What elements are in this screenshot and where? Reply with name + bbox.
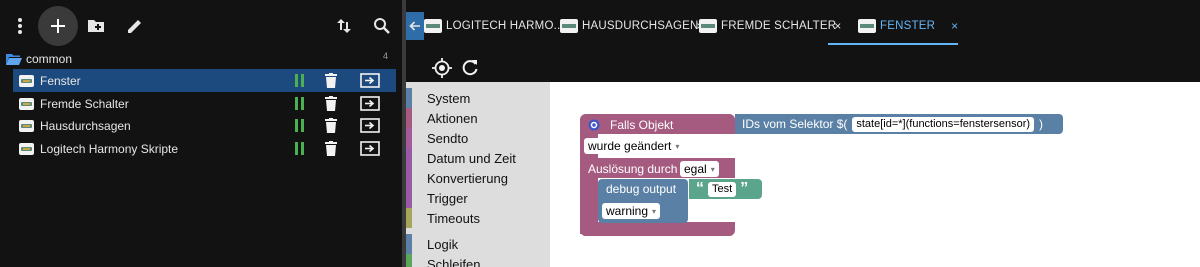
export-icon[interactable] (360, 118, 380, 133)
edit-icon[interactable] (115, 6, 155, 46)
text-input[interactable]: Test (708, 181, 737, 197)
trash-icon[interactable] (324, 96, 338, 111)
pause-icon[interactable] (294, 119, 305, 132)
event-dropdown[interactable]: wurde geändert ▾ (584, 138, 684, 154)
export-icon[interactable] (360, 96, 380, 111)
pause-icon[interactable] (294, 97, 305, 110)
tab-label: HAUSDURCHSAGEN (582, 20, 699, 32)
search-icon[interactable] (362, 6, 402, 46)
dropdown-arrow-icon: ▾ (710, 164, 715, 174)
export-icon[interactable] (360, 73, 380, 88)
add-icon[interactable] (38, 6, 78, 46)
blockly-workspace[interactable]: System Aktionen Sendto Datum und Zeit Ko… (406, 82, 1200, 267)
blockly-icon (19, 97, 34, 110)
blockly-icon (560, 19, 578, 33)
tab-hausdurchsagen[interactable]: HAUSDURCHSAGEN × (560, 13, 704, 39)
category-trigger[interactable]: Trigger (406, 188, 550, 208)
blockly-icon (858, 19, 876, 33)
collapse-button[interactable] (406, 12, 424, 40)
category-sendto[interactable]: Sendto (406, 128, 550, 148)
trigger-source-label: Auslösung durch (588, 162, 678, 176)
selector-label: IDs vom Selektor $( (742, 117, 848, 131)
dropdown-arrow-icon: ▾ (652, 206, 657, 216)
export-icon[interactable] (360, 141, 380, 156)
category-aktionen[interactable]: Aktionen (406, 108, 550, 128)
gear-icon[interactable] (588, 119, 600, 131)
folder-common[interactable]: common 4 (6, 51, 396, 67)
script-label: Fenster (40, 73, 81, 88)
close-icon[interactable]: × (951, 19, 958, 33)
active-tab-indicator (828, 43, 958, 45)
sort-icon[interactable] (324, 6, 364, 46)
pause-icon[interactable] (294, 74, 305, 87)
folder-count: 4 (382, 51, 388, 61)
close-icon[interactable]: × (834, 19, 841, 33)
more-vert-icon[interactable] (0, 6, 40, 46)
selector-input[interactable]: state[id=*](functions=fenstersensor) (852, 116, 1035, 132)
category-system[interactable]: System (406, 88, 550, 108)
category-logik[interactable]: Logik (406, 234, 550, 254)
script-label: Logitech Harmony Skripte (40, 141, 179, 156)
blockly-icon (19, 74, 34, 87)
level-dropdown[interactable]: warning ▾ (602, 203, 661, 219)
trash-icon[interactable] (324, 118, 338, 133)
tab-label: FREMDE SCHALTER (721, 20, 837, 32)
folder-open-icon (6, 53, 22, 65)
add-folder-icon[interactable] (76, 6, 116, 46)
script-label: Hausdurchsagen (40, 118, 131, 133)
category-schleifen[interactable]: Schleifen (406, 254, 550, 267)
crosshair-icon[interactable] (432, 58, 452, 78)
folder-label: common (26, 52, 73, 66)
trash-icon[interactable] (324, 73, 338, 88)
selector-block[interactable]: IDs vom Selektor $( state[id=*](function… (735, 114, 1063, 134)
script-tree-panel: common 4 Fenster Fremde Schalter Hausdur… (0, 0, 402, 267)
tab-logitech-harmony[interactable]: LOGITECH HARMO... × (424, 13, 575, 39)
script-row-hausdurchsagen[interactable]: Hausdurchsagen (13, 114, 396, 137)
selector-close: ) (1039, 117, 1044, 131)
category-datum-und-zeit[interactable]: Datum und Zeit (406, 148, 550, 168)
script-row-fremde-schalter[interactable]: Fremde Schalter (13, 92, 396, 115)
tab-fremde-schalter[interactable]: FREMDE SCHALTER × (699, 13, 841, 39)
category-timeouts[interactable]: Timeouts (406, 208, 550, 228)
trigger-title: Falls Objekt (610, 118, 674, 132)
script-row-fenster[interactable]: Fenster (13, 69, 396, 92)
open-quote: “ (696, 180, 704, 197)
editor-actions (406, 46, 1200, 82)
tab-bar: LOGITECH HARMO... × HAUSDURCHSAGEN × FRE… (406, 0, 1200, 46)
category-konvertierung[interactable]: Konvertierung (406, 168, 550, 188)
refresh-icon[interactable] (460, 58, 480, 78)
arrow-left-icon (409, 21, 420, 31)
editor-panel: LOGITECH HARMO... × HAUSDURCHSAGEN × FRE… (406, 0, 1200, 267)
blockly-icon (424, 19, 442, 33)
close-quote: ” (740, 180, 749, 197)
debug-output-block[interactable]: debug output warning ▾ (598, 179, 688, 223)
blockly-icon (19, 142, 34, 155)
debug-label: debug output (606, 182, 677, 196)
dropdown-arrow-icon: ▾ (675, 141, 680, 151)
script-label: Fremde Schalter (40, 96, 129, 111)
app-root: common 4 Fenster Fremde Schalter Hausdur… (0, 0, 1200, 267)
source-dropdown[interactable]: egal ▾ (680, 161, 719, 177)
toolbox: System Aktionen Sendto Datum und Zeit Ko… (406, 82, 550, 267)
left-toolbar (0, 0, 402, 52)
script-row-logitech-harmony[interactable]: Logitech Harmony Skripte (13, 137, 396, 160)
blockly-icon (699, 19, 717, 33)
pause-icon[interactable] (294, 142, 305, 155)
tab-fenster[interactable]: FENSTER × (858, 13, 958, 39)
text-block[interactable]: “ Test ” (689, 179, 762, 199)
blockly-icon (19, 119, 34, 132)
tab-label: FENSTER (880, 20, 936, 32)
tab-label: LOGITECH HARMO... (446, 20, 564, 32)
trash-icon[interactable] (324, 141, 338, 156)
